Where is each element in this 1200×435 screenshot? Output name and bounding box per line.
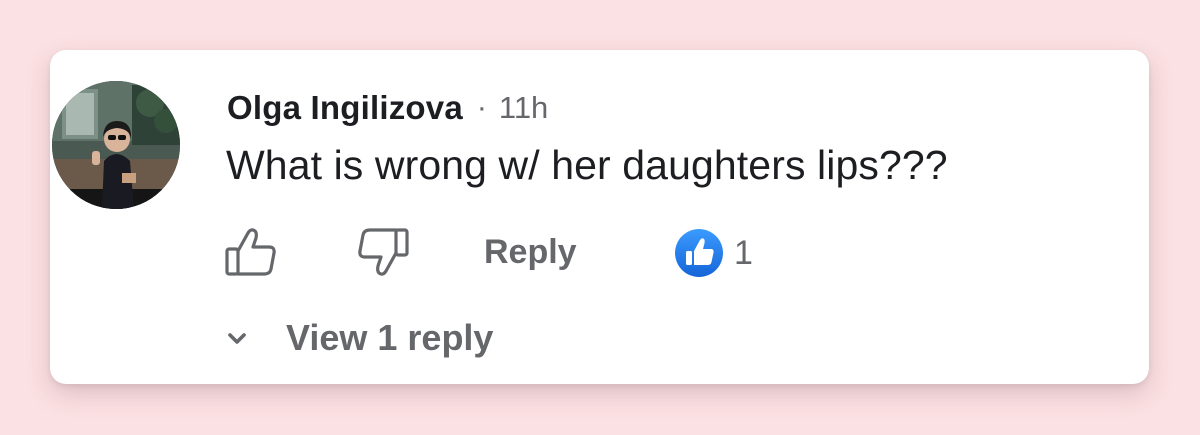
thumbs-down-outline-icon — [358, 228, 409, 276]
dislike-button[interactable] — [356, 225, 410, 279]
like-button[interactable] — [224, 225, 278, 279]
thumbs-up-outline-icon — [225, 228, 276, 276]
timestamp[interactable]: 11h — [499, 90, 548, 126]
reply-button[interactable]: Reply — [484, 233, 577, 272]
reaction-summary[interactable]: 1 — [674, 228, 753, 278]
comment-actions: Reply 1 — [224, 220, 824, 280]
chevron-down-icon — [228, 333, 246, 344]
reaction-count: 1 — [734, 233, 753, 272]
comment-header: Olga Ingilizova · 11h — [227, 86, 548, 130]
comment-card: Olga Ingilizova · 11h What is wrong w/ h… — [50, 50, 1149, 384]
view-replies-button[interactable]: View 1 reply — [226, 315, 493, 361]
separator-dot: · — [476, 91, 487, 124]
comment-text: What is wrong w/ her daughters lips??? — [226, 142, 948, 188]
view-replies-label: View 1 reply — [286, 317, 494, 358]
avatar[interactable] — [52, 81, 180, 209]
profile-photo-icon — [52, 81, 180, 209]
author-name[interactable]: Olga Ingilizova — [227, 89, 463, 127]
like-reaction-icon — [675, 229, 723, 277]
